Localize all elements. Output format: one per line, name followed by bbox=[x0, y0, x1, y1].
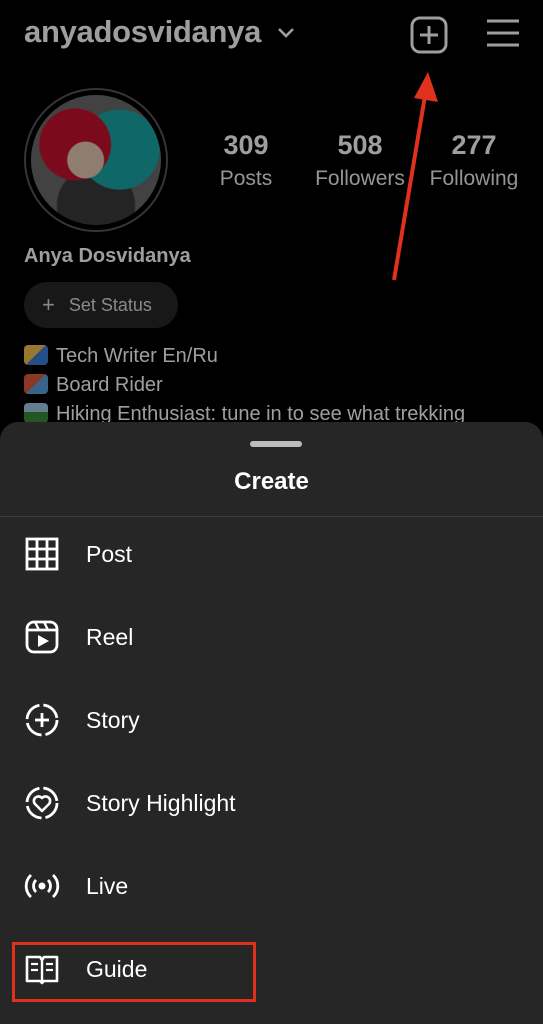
mountain-emoji-icon bbox=[24, 403, 48, 423]
reel-icon bbox=[25, 620, 59, 654]
sheet-title: Create bbox=[234, 468, 309, 495]
create-live-item[interactable]: Live bbox=[0, 847, 543, 930]
username[interactable]: anyadosvidanya bbox=[24, 14, 261, 50]
add-post-icon[interactable] bbox=[409, 15, 449, 55]
stat-value: 309 bbox=[223, 130, 269, 160]
live-broadcast-icon bbox=[24, 873, 60, 899]
writing-hand-emoji-icon bbox=[24, 345, 48, 365]
stat-posts[interactable]: 309 Posts bbox=[186, 130, 306, 191]
grid-icon bbox=[25, 537, 59, 571]
create-bottom-sheet: Create Post Reel Story Story Highlight L… bbox=[0, 422, 543, 1024]
item-label: Story bbox=[86, 707, 140, 733]
item-label: Post bbox=[86, 541, 133, 567]
story-highlight-heart-icon bbox=[25, 786, 59, 820]
bio-line: Board Rider bbox=[24, 371, 465, 400]
item-label: Reel bbox=[86, 624, 134, 650]
avatar[interactable] bbox=[24, 88, 168, 232]
create-post-item[interactable]: Post bbox=[0, 515, 543, 598]
bio-text: Board Rider bbox=[56, 374, 163, 396]
display-name: Anya Dosvidanya bbox=[24, 245, 191, 267]
top-bar: anyadosvidanya bbox=[0, 0, 543, 70]
plus-icon: + bbox=[42, 292, 55, 317]
bio-text: Tech Writer En/Ru bbox=[56, 345, 218, 367]
chevron-down-icon[interactable] bbox=[276, 26, 296, 40]
sheet-drag-handle[interactable] bbox=[250, 441, 302, 447]
item-label: Live bbox=[86, 873, 129, 899]
create-story-item[interactable]: Story bbox=[0, 681, 543, 764]
set-status-label: Set Status bbox=[68, 294, 152, 315]
item-label: Story Highlight bbox=[86, 790, 236, 816]
bio-line: Tech Writer En/Ru bbox=[24, 342, 465, 371]
set-status-button[interactable]: + Set Status bbox=[24, 282, 178, 328]
profile-background: anyadosvidanya 309 Posts 508 Followers 2… bbox=[0, 0, 543, 430]
snowboarder-emoji-icon bbox=[24, 374, 48, 394]
stat-label: Posts bbox=[219, 167, 273, 190]
guide-highlight-annotation bbox=[12, 942, 256, 1002]
bio: Tech Writer En/Ru Board Rider Hiking Ent… bbox=[24, 342, 465, 429]
annotation-arrow-icon bbox=[392, 72, 438, 281]
hamburger-menu-icon[interactable] bbox=[485, 18, 521, 48]
create-story-highlight-item[interactable]: Story Highlight bbox=[0, 764, 543, 847]
create-reel-item[interactable]: Reel bbox=[0, 598, 543, 681]
avatar-image bbox=[31, 95, 161, 225]
story-add-icon bbox=[25, 703, 59, 737]
